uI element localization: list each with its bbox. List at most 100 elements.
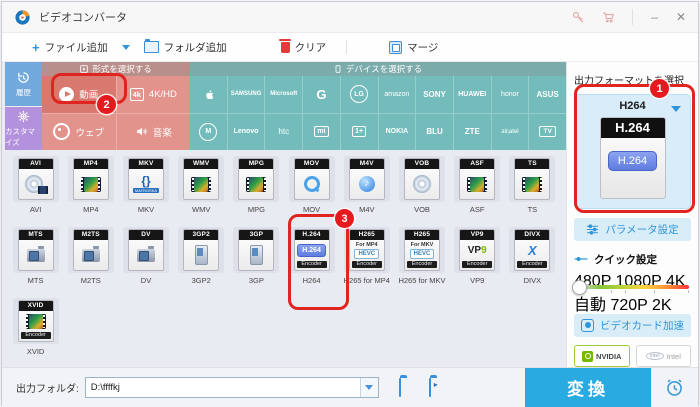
format-vob[interactable]: VOB VOB [394,154,449,225]
brand-honor[interactable]: honor [491,76,529,113]
format-mkv[interactable]: MKV{} MATROSKA MKV [118,154,173,225]
format-button-video[interactable]: 動画 [42,76,116,113]
add-file-dropdown-icon[interactable] [121,44,130,50]
intel-toggle[interactable]: intel Intel [635,345,691,368]
titlebar-separator [632,9,634,25]
format-m2ts[interactable]: M2TS M2TS [63,225,118,296]
format-h265-for-mp4[interactable]: H265 For MP4 HEVC Encoder H265 for MP4 [339,225,394,296]
format-mts[interactable]: MTS MTS [8,225,63,296]
brand-zte[interactable]: ZTE [453,113,491,150]
output-folder-label: 出力フォルダ: [16,384,79,395]
format-xvid[interactable]: XVID Encoder XVID [8,296,63,367]
clear-button[interactable]: クリア [279,38,327,55]
brand-nokia[interactable]: NOKIA [378,113,416,150]
brand-microsoft[interactable]: Microsoft [265,76,303,113]
brand-tv[interactable]: TV [529,113,566,150]
disc-film-icon [24,175,48,194]
camcorder-icon [26,245,45,262]
brand-motorola[interactable]: M [190,113,227,150]
format-dv[interactable]: DV DV [118,225,173,296]
nvidia-toggle[interactable]: NVIDIA [574,345,630,368]
format-avi[interactable]: AVI AVI [8,154,63,225]
browse-folder-button[interactable] [398,377,401,397]
brand-asus[interactable]: ASUS [529,76,566,113]
screen: ビデオコンバータ – ✕ + ファイル追加 フォルダ追加 クリア マージ 履歴 … [0,0,700,407]
selected-format-box[interactable]: H264 H.264 H.264 [574,94,691,209]
brand-oneplus[interactable]: 1+ [340,113,378,150]
format-mpg[interactable]: MPG MPG [229,154,284,225]
open-folder-button[interactable]: ▸ [428,377,438,397]
title-bar: ビデオコンバータ – ✕ [2,2,698,33]
format-button-web[interactable]: ウェブ [42,113,116,150]
close-button[interactable]: ✕ [676,11,686,23]
gear-icon [17,110,30,122]
slider-label-2k: 2K [652,296,672,314]
output-folder-combobox[interactable]: D:\ffffkj [84,377,379,398]
gpu-acceleration-button[interactable]: ビデオカード加速 [574,313,691,338]
sliders-icon [587,224,599,235]
format-button-4khd[interactable]: 4k 4K/HD [116,76,190,113]
merge-icon [389,40,403,54]
selected-format-name: H264 [619,100,646,112]
format-type-section: 形式を選択する 動画 4k 4K/HD ウェブ 音楽 [42,62,190,150]
brand-alcatel[interactable]: alcatel [491,113,529,150]
device-section: デバイスを選択する SAMSUNG Microsoft G LG amazon SONY H… [190,62,566,150]
format-h265-for-mkv[interactable]: H265 For MKV HEVC Encoder H265 for MKV [394,225,449,296]
tab-customize[interactable]: カスタマイズ [5,106,42,150]
brand-xiaomi[interactable]: mi [303,113,340,150]
brand-amazon[interactable]: amazon [378,76,416,113]
brand-sony[interactable]: SONY [416,76,453,113]
format-asf[interactable]: ASF ASF [450,154,505,225]
add-folder-button[interactable]: フォルダ追加 [143,39,227,55]
format-type-header: 形式を選択する [42,62,190,76]
format-button-music[interactable]: 音楽 [116,113,190,150]
format-3gp2[interactable]: 3GP2 3GP2 [174,225,229,296]
slider-track[interactable] [574,284,689,289]
format-divx[interactable]: DIVX X Encoder DIVX [505,225,560,296]
device-icon [335,65,341,73]
brand-lenovo[interactable]: Lenovo [227,113,265,150]
brand-blu[interactable]: BLU [416,113,453,150]
add-file-button[interactable]: + ファイル追加 [32,40,108,55]
format-mp4[interactable]: MP4 MP4 [63,154,118,225]
format-ts[interactable]: TS TS [505,154,560,225]
minimize-button[interactable]: – [651,11,658,23]
format-h264[interactable]: H.264 H.264 Encoder H264 [284,225,339,296]
alarm-clock-icon [667,379,682,396]
brand-htc[interactable]: htc [265,113,303,150]
film-icon [80,176,101,192]
brand-lg[interactable]: LG [340,76,378,113]
selector-row: 履歴 カスタマイズ 形式を選択する 動画 4k 4K/HD ウェブ 音楽 デバイ… [2,62,566,150]
convert-button[interactable]: 変換 [525,367,651,407]
toolbar: + ファイル追加 フォルダ追加 クリア マージ [2,33,698,62]
tab-history[interactable]: 履歴 [5,62,42,106]
intel-icon: intel [645,352,664,361]
brand-huawei[interactable]: HUAWEI [453,76,491,113]
trash-icon [279,38,292,53]
format-wmv[interactable]: WMV WMV [174,154,229,225]
quick-slider-icon [574,257,588,262]
format-3gp[interactable]: 3GP 3GP [229,225,284,296]
brand-samsung[interactable]: SAMSUNG [227,76,265,113]
brand-google[interactable]: G [303,76,340,113]
format-mov[interactable]: MOV MOV [284,154,339,225]
play-box-icon [80,65,88,73]
speaker-icon [136,127,147,136]
schedule-button[interactable] [651,368,698,407]
format-vp9[interactable]: VP9 VP9 Encoder VP9 [450,225,505,296]
content-area: 履歴 カスタマイズ 形式を選択する 動画 4k 4K/HD ウェブ 音楽 デバイ… [2,62,698,368]
film-icon [467,176,488,192]
chevron-down-icon[interactable] [671,106,681,112]
output-format-header: 出力フォーマットを選択 [574,76,684,87]
matroska-icon: {} [141,173,151,188]
slider-handle[interactable] [572,279,587,295]
register-key-icon[interactable] [571,10,585,24]
combobox-dropdown[interactable] [359,378,378,397]
parameter-settings-button[interactable]: パラメータ設定 [574,217,691,241]
brand-apple[interactable] [190,76,227,113]
clear-label: クリア [294,41,327,54]
merge-button[interactable]: マージ [389,40,438,55]
store-cart-icon[interactable] [601,10,616,24]
format-m4v[interactable]: M4V ♪ M4V [339,154,394,225]
slider-label-720p: 720P [610,296,648,314]
